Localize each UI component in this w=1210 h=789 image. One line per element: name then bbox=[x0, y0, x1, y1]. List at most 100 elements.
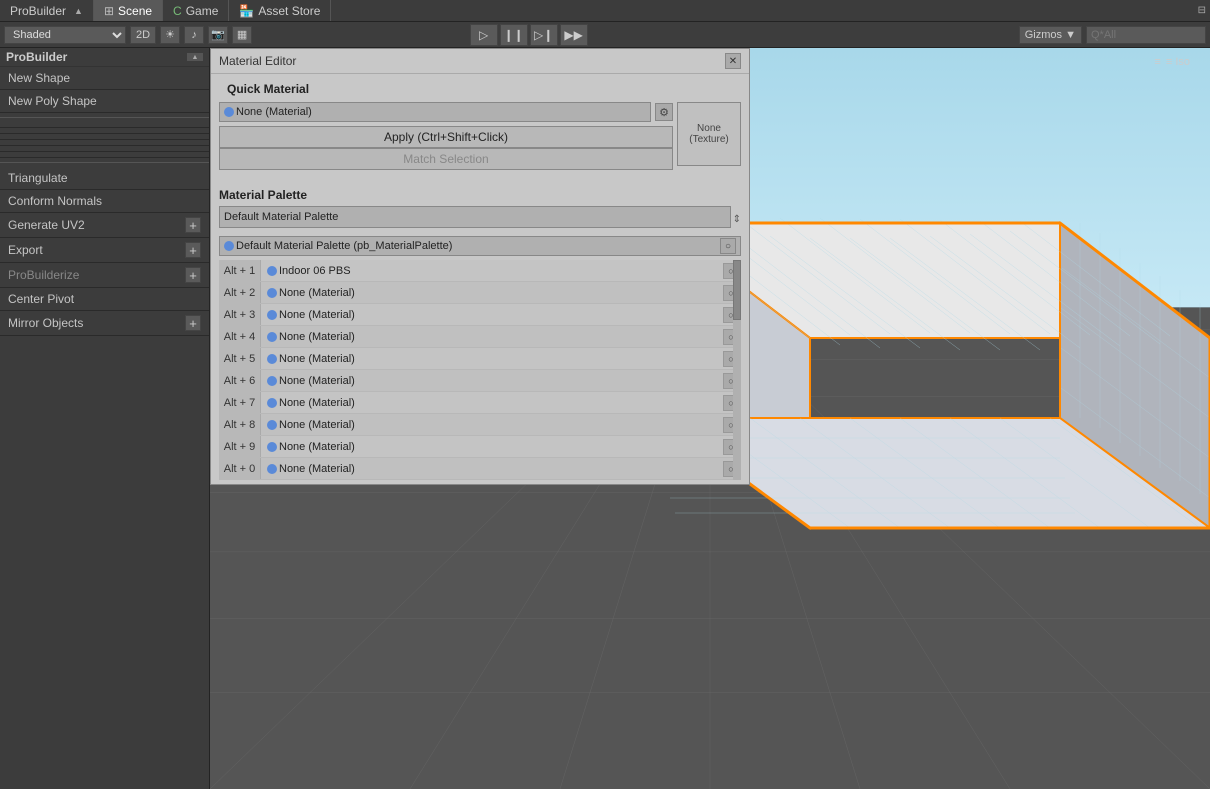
palette-items-list: Alt + 1Indoor 06 PBS○Alt + 2None (Materi… bbox=[219, 260, 741, 480]
palette-file-row: Default Material Palette (pb_MaterialPal… bbox=[219, 236, 741, 256]
apply-button[interactable]: Apply (Ctrl+Shift+Click) bbox=[219, 126, 673, 148]
scene-toolbar: Shaded Wireframe Shaded Wireframe 2D ☀ ♪… bbox=[0, 22, 1210, 48]
palette-mat-name: None (Material) bbox=[279, 463, 355, 475]
palette-shortcut-label: Alt + 8 bbox=[219, 414, 261, 435]
top-tab-bar: ProBuilder ▲ ⊞ Scene C Game 🏪 Asset Stor… bbox=[0, 0, 1210, 22]
sidebar-item-p1[interactable] bbox=[0, 152, 209, 158]
palette-select[interactable]: Default Material Palette bbox=[219, 206, 731, 228]
palette-mat-name: Indoor 06 PBS bbox=[279, 265, 351, 277]
mirror-objects-plus[interactable]: + bbox=[185, 315, 201, 331]
palette-item[interactable]: Alt + 7None (Material)○ bbox=[219, 392, 741, 414]
palette-mat-dot-icon bbox=[267, 332, 277, 342]
2d-button[interactable]: 2D bbox=[130, 26, 156, 44]
palette-settings-button[interactable]: ○ bbox=[720, 238, 736, 254]
maximize-icon[interactable]: ⊟ bbox=[1198, 5, 1206, 16]
palette-mat-name: None (Material) bbox=[279, 287, 355, 299]
audio-icon[interactable]: ♪ bbox=[184, 26, 204, 44]
material-dot-icon bbox=[224, 107, 234, 117]
hamburger-icon: ≡ bbox=[1154, 56, 1160, 68]
palette-mat-dot-icon bbox=[267, 354, 277, 364]
scene-background: x y z ≡ ≡ Iso M bbox=[210, 48, 1210, 789]
material-editor-panel: Material Editor ✕ Quick Material None (M… bbox=[210, 48, 750, 485]
shading-mode-select[interactable]: Shaded Wireframe Shaded Wireframe bbox=[4, 26, 126, 44]
sidebar-scroll-up[interactable]: ▲ bbox=[187, 53, 203, 61]
probuilderize-plus[interactable]: + bbox=[185, 267, 201, 283]
asset-store-icon: 🏪 bbox=[239, 4, 254, 18]
material-input-field[interactable]: None (Material) bbox=[219, 102, 651, 122]
material-palette-section: Material Palette Default Material Palett… bbox=[211, 182, 749, 484]
palette-shortcut-label: Alt + 5 bbox=[219, 348, 261, 369]
panel-title: Material Editor bbox=[219, 54, 296, 68]
sidebar-item-generate-uv2[interactable]: Generate UV2 + bbox=[0, 213, 209, 238]
palette-shortcut-label: Alt + 2 bbox=[219, 282, 261, 303]
sidebar-item-center-pivot[interactable]: Center Pivot bbox=[0, 288, 209, 311]
palette-mat-name: None (Material) bbox=[279, 353, 355, 365]
palette-mat-name: None (Material) bbox=[279, 397, 355, 409]
gizmos-section: Gizmos ▼ bbox=[1019, 26, 1206, 44]
panel-header: Material Editor ✕ bbox=[211, 49, 749, 74]
gizmos-button[interactable]: Gizmos ▼ bbox=[1019, 26, 1082, 44]
sidebar-item-conform-normals[interactable]: Conform Normals bbox=[0, 190, 209, 213]
lighting-icon[interactable]: ☀ bbox=[160, 26, 180, 44]
quick-material-header: Quick Material bbox=[219, 78, 741, 98]
palette-item[interactable]: Alt + 4None (Material)○ bbox=[219, 326, 741, 348]
palette-mat-name: None (Material) bbox=[279, 309, 355, 321]
panel-close-button[interactable]: ✕ bbox=[725, 53, 741, 69]
tab-scene[interactable]: ⊞ Scene bbox=[94, 0, 163, 21]
match-selection-button[interactable]: Match Selection bbox=[219, 148, 673, 170]
palette-item[interactable]: Alt + 1Indoor 06 PBS○ bbox=[219, 260, 741, 282]
sidebar-item-mirror-objects[interactable]: Mirror Objects + bbox=[0, 311, 209, 336]
separator-1 bbox=[0, 117, 209, 118]
sidebar-item-new-poly-shape[interactable]: New Poly Shape bbox=[0, 90, 209, 113]
palette-shortcut-label: Alt + 1 bbox=[219, 260, 261, 281]
probuilder-label: ProBuilder ▲ bbox=[0, 0, 94, 21]
step-button[interactable]: ▷❙ bbox=[530, 24, 558, 46]
sidebar-item-new-shape[interactable]: New Shape bbox=[0, 67, 209, 90]
palette-mat-name: None (Material) bbox=[279, 419, 355, 431]
palette-item[interactable]: Alt + 9None (Material)○ bbox=[219, 436, 741, 458]
palette-item[interactable]: Alt + 2None (Material)○ bbox=[219, 282, 741, 304]
sidebar-item-triangulate[interactable]: Triangulate bbox=[0, 167, 209, 190]
palette-item[interactable]: Alt + 3None (Material)○ bbox=[219, 304, 741, 326]
palette-scrollbar-track[interactable] bbox=[733, 260, 741, 480]
palette-item[interactable]: Alt + 8None (Material)○ bbox=[219, 414, 741, 436]
palette-file-dot-icon bbox=[224, 241, 234, 251]
palette-shortcut-label: Alt + 6 bbox=[219, 370, 261, 391]
iso-label: ≡ ≡ Iso bbox=[1154, 56, 1190, 68]
tab-asset-store[interactable]: 🏪 Asset Store bbox=[229, 0, 331, 21]
sidebar-item-probuilderize[interactable]: ProBuilderize + bbox=[0, 263, 209, 288]
palette-scrollbar-thumb[interactable] bbox=[733, 260, 741, 320]
palette-file-name: Default Material Palette (pb_MaterialPal… bbox=[236, 240, 718, 252]
sidebar-item-export[interactable]: Export + bbox=[0, 238, 209, 263]
palette-item[interactable]: Alt + 5None (Material)○ bbox=[219, 348, 741, 370]
palette-item[interactable]: Alt + 0None (Material)○ bbox=[219, 458, 741, 480]
palette-shortcut-label: Alt + 4 bbox=[219, 326, 261, 347]
play-button[interactable]: ▷ bbox=[470, 24, 498, 46]
palette-mat-dot-icon bbox=[267, 310, 277, 320]
palette-shortcut-label: Alt + 7 bbox=[219, 392, 261, 413]
camera-icon[interactable]: 📷 bbox=[208, 26, 228, 44]
palette-shortcut-label: Alt + 9 bbox=[219, 436, 261, 457]
tab-game[interactable]: C Game bbox=[163, 0, 229, 21]
palette-item[interactable]: Alt + 6None (Material)○ bbox=[219, 370, 741, 392]
main-area: ProBuilder ▲ New Shape New Poly Shape Tr… bbox=[0, 48, 1210, 789]
game-icon: C bbox=[173, 4, 182, 18]
material-settings-button[interactable]: ⚙ bbox=[655, 103, 673, 121]
material-none-label: None (Material) bbox=[236, 106, 646, 118]
scene-viewport[interactable]: x y z ≡ ≡ Iso M bbox=[210, 48, 1210, 789]
palette-header: Material Palette bbox=[219, 186, 741, 206]
palette-select-arrow: ⇕ bbox=[733, 214, 741, 225]
palette-mat-dot-icon bbox=[267, 420, 277, 430]
palette-mat-dot-icon bbox=[267, 376, 277, 386]
fast-forward-button[interactable]: ▶▶ bbox=[560, 24, 588, 46]
export-plus[interactable]: + bbox=[185, 242, 201, 258]
palette-shortcut-label: Alt + 0 bbox=[219, 458, 261, 479]
sidebar-title: ProBuilder bbox=[6, 50, 67, 64]
scene-search-input[interactable] bbox=[1086, 26, 1206, 44]
pause-button[interactable]: ❙❙ bbox=[500, 24, 528, 46]
scene-hash-icon: ⊞ bbox=[104, 4, 114, 18]
stats-icon[interactable]: ▦ bbox=[232, 26, 252, 44]
generate-uv2-plus[interactable]: + bbox=[185, 217, 201, 233]
texture-preview: None (Texture) bbox=[677, 102, 741, 166]
palette-mat-name: None (Material) bbox=[279, 441, 355, 453]
